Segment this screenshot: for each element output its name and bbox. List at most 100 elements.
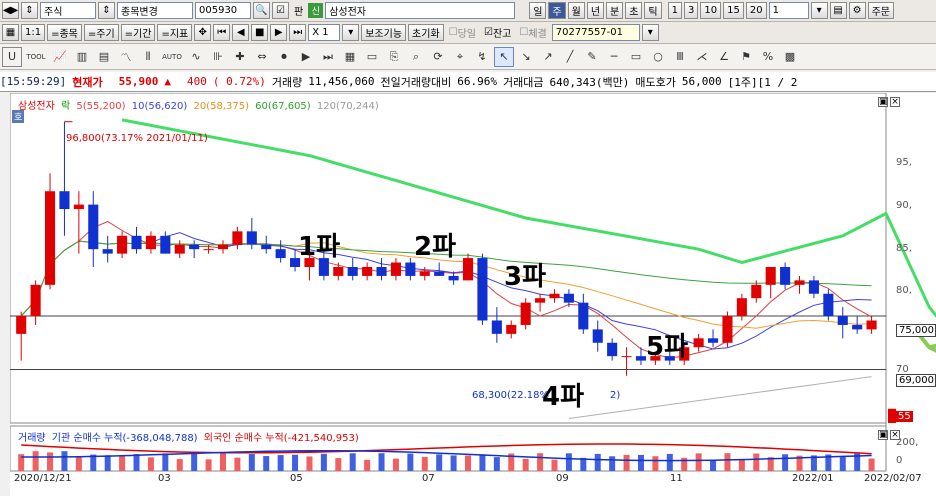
aux-function-button[interactable]: 보조기능 [361,24,407,41]
account-field[interactable]: 70277557-01 [551,24,640,41]
quote-badge[interactable]: 호 [12,110,25,123]
percent-icon[interactable]: % [758,47,778,67]
ask-value: 56,000 [681,75,722,88]
record-icon[interactable]: ⏺ [274,47,294,67]
forward-icon[interactable]: ⏭ [318,47,338,67]
candle-body [30,284,41,317]
bars-icon[interactable]: ▥ [72,47,92,67]
save-icon[interactable]: ▤ [829,2,847,19]
stock-code-input[interactable]: 005930 [195,2,251,19]
auto-label[interactable]: AUTO [160,47,184,67]
prev-icon[interactable]: ◀ [232,24,250,41]
change-stock-select[interactable]: 종목변경 [117,2,193,19]
stock-button[interactable]: =종목 [47,24,82,41]
updown-arrows-icon[interactable]: ⇕ [98,2,115,19]
last-icon[interactable]: ⏭ [289,24,307,41]
u-tool[interactable]: U [2,46,22,67]
cross-icon[interactable]: ✚ [230,47,250,67]
num-15[interactable]: 15 [723,2,744,19]
today-label: 당일 [457,29,477,40]
fill-checkbox[interactable]: ☐ 체결 [516,24,549,41]
count-input[interactable]: 1 [768,2,809,19]
pointer-icon[interactable]: ↖ [494,46,514,67]
wave-1-label: 1파 [298,232,341,262]
line-icon[interactable]: ╱ [560,47,580,67]
today-checkbox[interactable]: ☐ 당일 [446,24,479,41]
maximize-icon[interactable]: ▣ [878,97,888,107]
period-week[interactable]: 주 [548,2,566,19]
pan-icon[interactable]: ⇔ [252,47,272,67]
nav-arrows-icon[interactable]: ◀▶ [2,2,19,19]
updown-arrows-icon[interactable]: ⇕ [21,2,38,19]
range-button[interactable]: =기간 [120,24,156,41]
refresh-icon[interactable]: ⟳ [428,47,448,67]
angle-icon[interactable]: ∠ [714,47,734,67]
line-chart-icon[interactable]: 〽 [116,47,136,67]
next-icon[interactable]: ▶ [270,24,288,41]
balance-checkbox[interactable]: ☑ 잔고 [481,24,514,41]
rect-icon[interactable]: ▭ [626,47,646,67]
indicator-button[interactable]: =지표 [157,24,193,41]
tool-label[interactable]: TOOL [24,47,48,67]
market-select[interactable]: 주식 [40,2,96,19]
ratio-button[interactable]: 1:1 [21,24,46,41]
period-second[interactable]: 초 [625,2,643,19]
candle-body [563,293,574,303]
check-icon[interactable]: ☑ [272,2,289,19]
num-3[interactable]: 3 [684,2,699,19]
dropdown-icon[interactable]: ▾ [641,24,659,41]
crosshair-icon[interactable]: ⌖ [450,47,470,67]
period-minute[interactable]: 분 [606,2,624,19]
num-10[interactable]: 10 [700,2,722,19]
chart-icon[interactable]: 📈 [50,47,70,67]
candle-body [275,249,286,259]
magnet-icon[interactable]: ↯ [472,47,492,67]
second-toolbar: ▦ 1:1 =종목 =주기 =기간 =지표 ✥ ⏮ ◀ ■ ▶ ⏭ X 1 ▾ … [0,22,936,44]
candle-icon[interactable]: ⫴ [138,47,158,67]
bars2-icon[interactable]: ▤ [94,47,114,67]
order-button[interactable]: 주문 [867,2,894,19]
gear-icon[interactable]: ⚙ [848,2,866,19]
candle-body [117,235,128,254]
num-1[interactable]: 1 [667,2,682,19]
hline-icon[interactable]: ─ [604,47,624,67]
stock-name-field[interactable]: 삼성전자 [325,2,516,19]
search-icon[interactable]: 🔍 [253,2,270,19]
copy-icon[interactable]: ⎘ [384,47,404,67]
arrow2-icon[interactable]: ↗ [538,47,558,67]
dropdown-icon[interactable]: ▾ [342,24,360,41]
wave-icon[interactable]: ∿ [186,47,206,67]
volume-bar [306,456,313,471]
bars3-icon[interactable]: ⊪ [208,47,228,67]
arrow-icon[interactable]: ↘ [516,47,536,67]
circle-icon[interactable]: ○ [648,47,668,67]
fan-icon[interactable]: ⋌ [692,47,712,67]
dropdown-icon[interactable]: ▾ [810,2,828,19]
period-month[interactable]: 월 [567,2,585,19]
window-icon[interactable]: ▭ [362,47,382,67]
period-button[interactable]: =주기 [83,24,119,41]
pan-label: 판 [294,7,304,18]
reset-button[interactable]: 초기화 [408,24,444,41]
num-20[interactable]: 20 [745,2,767,19]
maximize-icon[interactable]: ▣ [878,430,888,440]
flag-icon[interactable]: ⚑ [736,47,756,67]
chart-area[interactable]: 삼성전자 락 5(55,200) 10(56,620) 20(58,375) 6… [10,93,936,496]
zoom-icon[interactable]: ⌕ [406,47,426,67]
stop-icon[interactable]: ■ [251,24,269,41]
zoom-select[interactable]: X 1 [308,24,341,41]
close-icon[interactable]: × [890,430,900,440]
top-toolbar: ◀▶ ⇕ 주식 ⇕ 종목변경 005930 🔍 ☑ 판 신 삼성전자 일 주 월… [0,0,936,22]
grid-icon[interactable]: ▦ [2,24,19,41]
close-icon[interactable]: × [890,97,900,107]
table-icon[interactable]: ▦ [340,47,360,67]
right-icon[interactable]: ▶ [296,47,316,67]
period-tick[interactable]: 틱 [644,2,662,19]
move-icon[interactable]: ✥ [194,24,212,41]
period-year[interactable]: 년 [586,2,605,19]
first-icon[interactable]: ⏮ [213,24,231,41]
pencil-icon[interactable]: ✎ [582,47,602,67]
vlines-icon[interactable]: Ⅲ [670,47,690,67]
grid-pattern-icon[interactable]: ▩ [780,47,800,67]
period-day[interactable]: 일 [529,2,547,19]
